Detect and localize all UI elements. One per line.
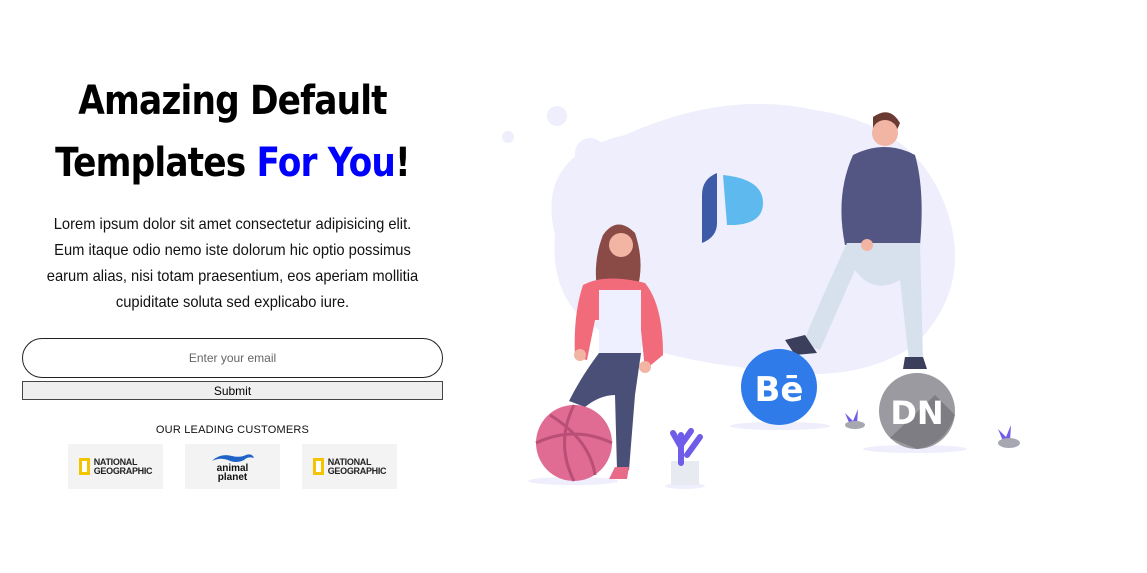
headline-line1: Amazing Default (78, 78, 387, 124)
logo-line2: GEOGRAPHIC (327, 465, 387, 476)
headline-accent: For You (256, 140, 396, 186)
customers-title: OUR LEADING CUSTOMERS (155, 424, 310, 436)
bubble-large (575, 138, 605, 168)
national-geographic-logo-icon (78, 458, 90, 475)
hero-headline: Amazing Default Templates For You! (51, 70, 413, 194)
small-plant-icon (998, 425, 1020, 448)
headline-line2-start: Templates (55, 140, 257, 186)
logo-line2: GEOGRAPHIC (93, 465, 153, 476)
hero-illustration: Bē DN (502, 103, 1020, 489)
customer-logo-animal-planet: animal planet (185, 444, 280, 489)
logo-line2: planet (217, 471, 248, 483)
customer-logo-national-geographic: NATIONAL GEOGRAPHIC (68, 444, 163, 489)
behance-icon: Bē (741, 349, 817, 425)
headline-end: ! (395, 140, 411, 186)
behance-label: Bē (755, 370, 804, 410)
customer-logos: NATIONAL GEOGRAPHIC animal planet NATION… (22, 444, 443, 489)
basketball-icon (535, 404, 613, 482)
logo-text: NATIONAL GEOGRAPHIC (93, 457, 153, 476)
email-input[interactable] (22, 338, 443, 378)
small-plant-icon (845, 409, 865, 429)
hero-description: Lorem ipsum dolor sit amet consectetur a… (46, 216, 419, 311)
logo-text: NATIONAL GEOGRAPHIC (327, 457, 387, 476)
customer-logo-national-geographic: NATIONAL GEOGRAPHIC (302, 444, 397, 489)
logo-text: animal planet (217, 463, 249, 483)
dn-icon: DN (879, 373, 955, 449)
national-geographic-logo-icon (312, 458, 324, 475)
submit-button[interactable]: Submit (22, 381, 443, 400)
dn-label: DN (890, 394, 943, 432)
hero-section: Amazing Default Templates For You! Lorem… (22, 70, 443, 489)
bubble-small (502, 131, 514, 143)
cactus-plant-icon (670, 428, 703, 485)
bubble-medium (547, 106, 567, 126)
